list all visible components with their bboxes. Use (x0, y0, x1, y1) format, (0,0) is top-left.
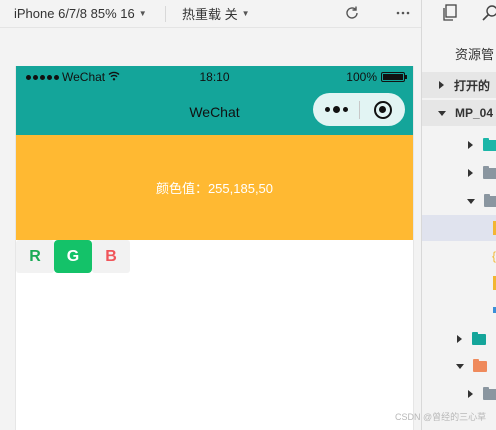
battery-icon (381, 72, 407, 82)
rgb-button-r[interactable]: R (16, 240, 54, 273)
project-label: MP_04 (455, 106, 494, 120)
tree-item-selected[interactable] (422, 215, 496, 241)
json-icon: { (492, 249, 496, 263)
explorer-title: 资源管 (455, 47, 495, 62)
device-label: iPhone 6/7/8 85% 16 (14, 6, 135, 21)
tree-item[interactable] (422, 270, 496, 296)
battery-group: 100% (346, 70, 407, 84)
caret-right-icon (468, 141, 473, 149)
rgb-button-row: RGB (16, 240, 413, 273)
devtools-window: iPhone 6/7/8 85% 16 ▼ 热重载 关 ▼ WeChat 18:… (0, 0, 496, 430)
folder-icon (472, 331, 486, 345)
simulator-area: WeChat 18:10 100% WeChat 颜色值：255,185,50 … (0, 29, 421, 430)
tree-item[interactable]: { (422, 243, 496, 269)
battery-label: 100% (346, 70, 377, 84)
folder-icon (483, 386, 496, 400)
folder-open-icon (473, 358, 487, 372)
caret-down-icon (467, 198, 475, 204)
hot-reload-label: 热重载 关 (182, 7, 238, 22)
caret-right-icon (468, 169, 473, 177)
search-icon[interactable] (480, 3, 496, 23)
more-icon[interactable] (393, 3, 413, 23)
tree-item[interactable] (422, 188, 496, 214)
tree-item[interactable] (422, 160, 496, 186)
hot-reload-toggle[interactable]: 热重载 关 ▼ (166, 4, 326, 23)
rgb-button-g[interactable]: G (54, 240, 92, 273)
tree-item[interactable] (422, 132, 496, 158)
capsule-menu (313, 93, 405, 126)
caret-down-icon: ▼ (241, 9, 250, 18)
tree-item[interactable] (422, 353, 496, 379)
tree-item[interactable] (422, 326, 496, 352)
nav-bar: WeChat (16, 88, 413, 135)
rgb-button-b[interactable]: B (92, 240, 130, 273)
folder-icon (483, 165, 496, 179)
explorer-panel: 资源管 打开的 MP_04 { (421, 0, 496, 430)
color-preview-block: 颜色值：255,185,50 (16, 135, 413, 240)
open-editors-section[interactable]: 打开的 (422, 72, 496, 98)
capsule-close-icon[interactable] (360, 100, 405, 119)
capsule-more-icon[interactable] (313, 106, 359, 113)
caret-down-icon (438, 110, 446, 116)
phone-screen: WeChat 18:10 100% WeChat 颜色值：255,185,50 … (15, 66, 414, 430)
tree-item[interactable] (422, 381, 496, 407)
project-section[interactable]: MP_04 (422, 100, 496, 126)
files-icon[interactable] (440, 3, 460, 23)
caret-right-icon (468, 390, 473, 398)
caret-right-icon (457, 335, 462, 343)
folder-icon (483, 137, 496, 151)
color-value-text: 颜色值：255,185,50 (155, 181, 274, 196)
open-editors-label: 打开的 (454, 78, 491, 93)
simulator-toolbar: iPhone 6/7/8 85% 16 ▼ 热重载 关 ▼ (0, 0, 421, 28)
refresh-icon[interactable] (342, 3, 362, 23)
nav-title: WeChat (189, 103, 240, 120)
caret-down-icon: ▼ (138, 9, 147, 18)
folder-open-icon (484, 193, 496, 207)
tree-item[interactable] (422, 297, 496, 323)
device-selector[interactable]: iPhone 6/7/8 85% 16 ▼ (0, 6, 165, 21)
status-bar: WeChat 18:10 100% (16, 66, 413, 88)
caret-down-icon (456, 363, 464, 369)
caret-right-icon (439, 81, 444, 89)
